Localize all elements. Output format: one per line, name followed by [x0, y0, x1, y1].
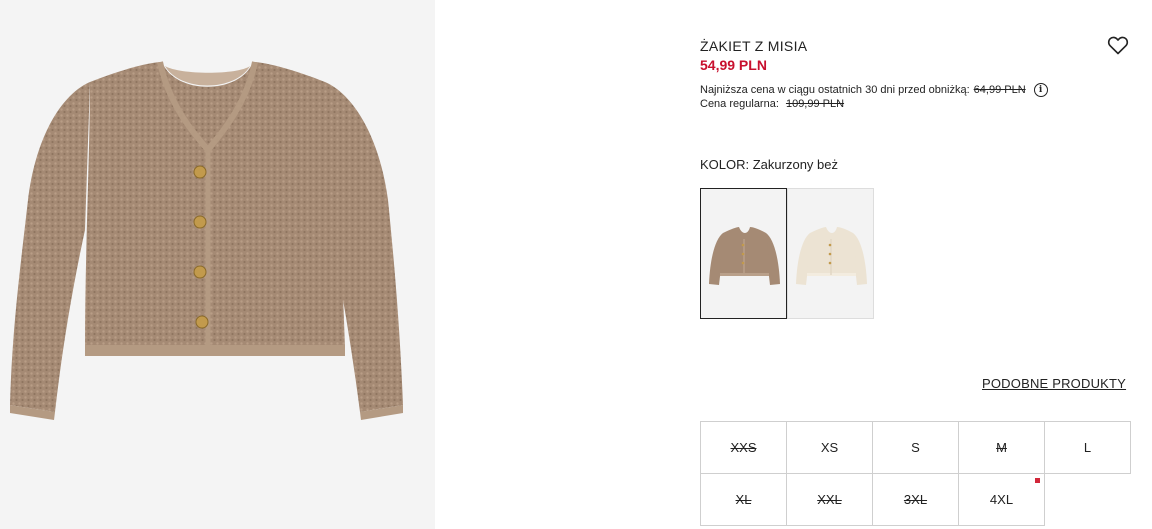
size-label: S	[911, 440, 920, 455]
product-page: ŻAKIET Z MISIA 54,99 PLN Najniższa cena …	[0, 0, 1152, 529]
size-option-xxs[interactable]: XXS	[700, 421, 787, 474]
color-swatch-beige[interactable]	[700, 188, 787, 319]
similar-products-link[interactable]: PODOBNE PRODUKTY	[982, 376, 1126, 391]
size-option-m[interactable]: M	[958, 421, 1045, 474]
lowest-price-info: Najniższa cena w ciągu ostatnich 30 dni …	[700, 83, 1048, 97]
regular-price-info: Cena regularna: 109,99 PLN	[700, 98, 844, 110]
info-icon[interactable]: i	[1033, 83, 1048, 97]
jacket-illustration	[10, 61, 403, 420]
size-option-xxl[interactable]: XXL	[786, 473, 873, 526]
lowest-price-label: Najniższa cena w ciągu ostatnich 30 dni …	[700, 84, 970, 96]
size-label: M	[996, 440, 1007, 455]
low-stock-indicator	[1035, 478, 1040, 483]
size-label: L	[1083, 440, 1092, 455]
color-swatch-cream[interactable]	[787, 188, 874, 319]
color-label: KOLOR: Zakurzony beż	[700, 157, 838, 172]
product-title: ŻAKIET Z MISIA	[700, 38, 808, 54]
size-label: 3XL	[903, 492, 928, 507]
size-option-3xl[interactable]: 3XL	[872, 473, 959, 526]
size-label: XS	[820, 440, 839, 455]
swatch-jacket-image	[796, 227, 867, 285]
size-label: 4XL	[989, 492, 1014, 507]
size-option-xs[interactable]: XS	[786, 421, 873, 474]
lowest-price-value: 64,99 PLN	[973, 84, 1026, 96]
regular-price-value: 109,99 PLN	[785, 98, 845, 110]
size-label: XXL	[817, 492, 842, 507]
size-option-4xl[interactable]: 4XL	[958, 473, 1045, 526]
size-option-xl[interactable]: XL	[700, 473, 787, 526]
swatch-jacket-image	[709, 227, 780, 285]
regular-price-label: Cena regularna:	[700, 98, 779, 110]
size-option-s[interactable]: S	[872, 421, 959, 474]
heart-icon[interactable]	[1106, 33, 1130, 57]
size-option-l[interactable]: L	[1044, 421, 1131, 474]
size-label: XL	[735, 492, 752, 507]
size-label: XXS	[730, 440, 757, 455]
product-image[interactable]	[0, 0, 435, 529]
product-price: 54,99 PLN	[700, 57, 767, 73]
